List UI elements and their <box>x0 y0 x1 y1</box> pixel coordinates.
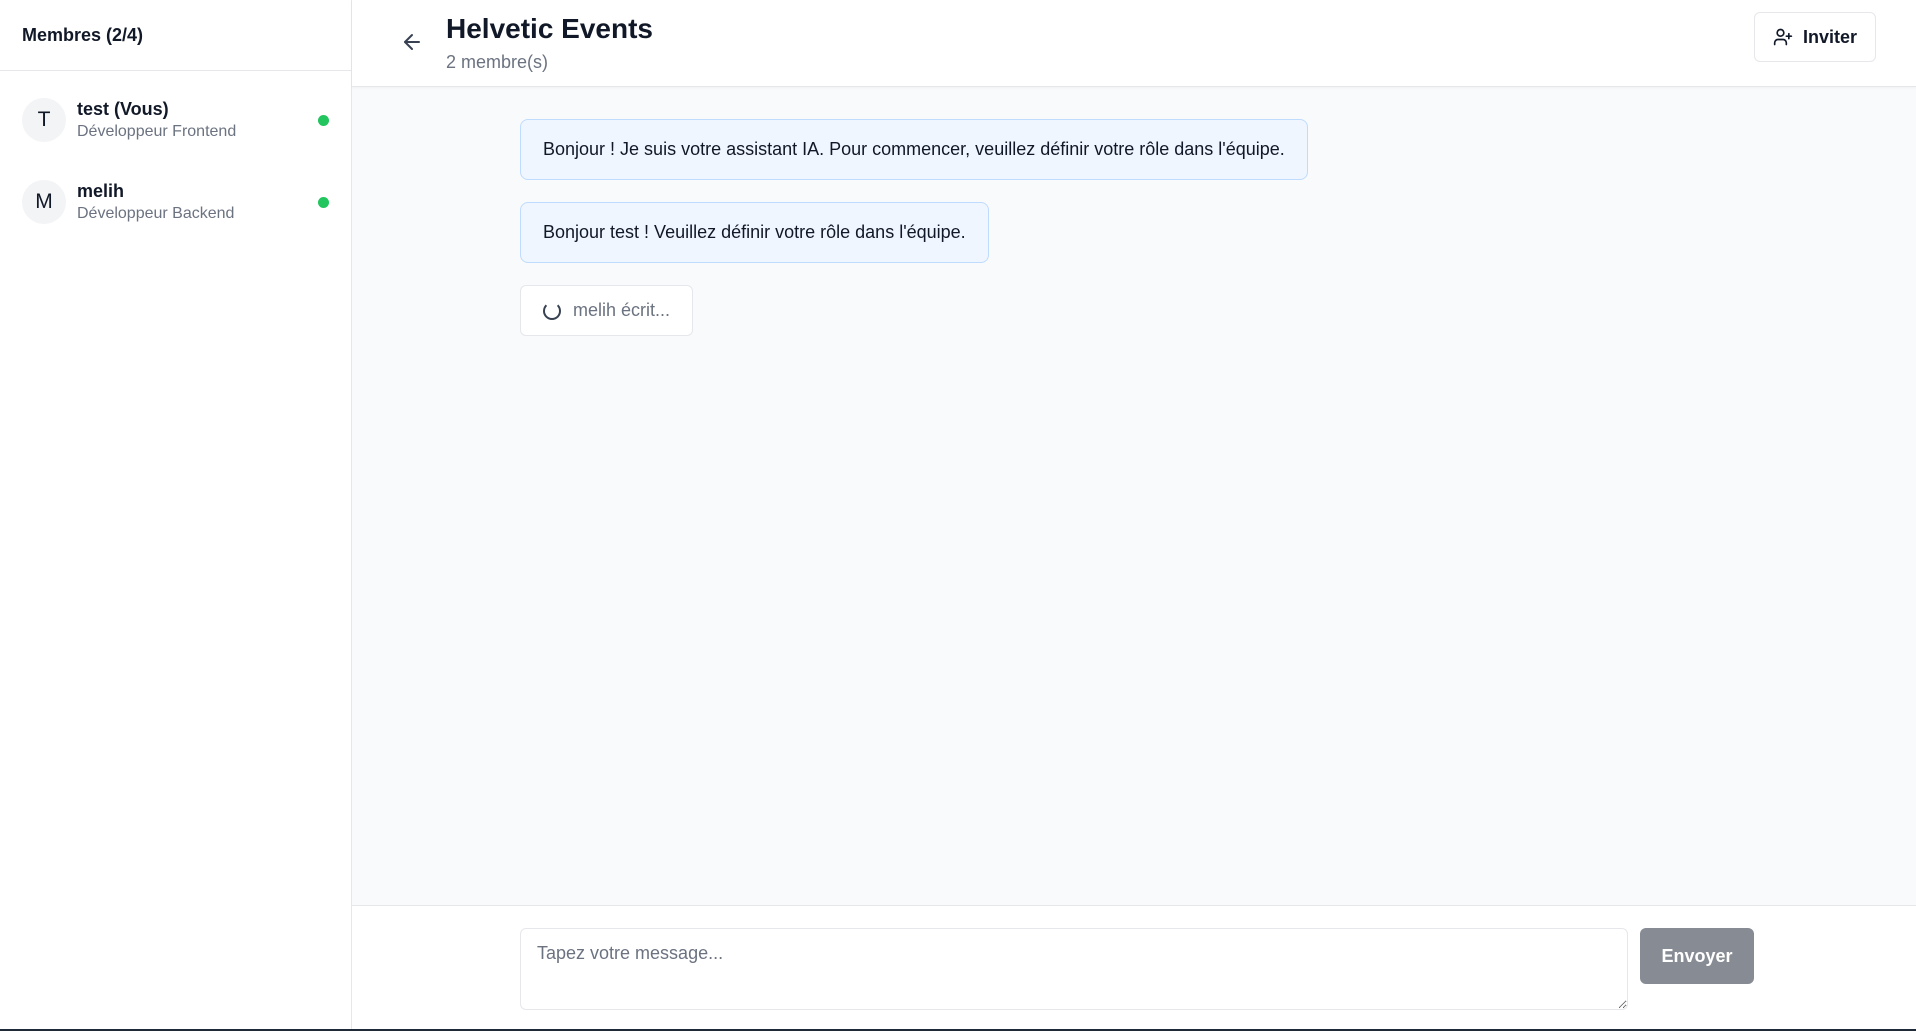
message-input[interactable] <box>520 928 1628 1010</box>
member-item-test[interactable]: T test (Vous) Développeur Frontend <box>0 79 351 161</box>
app-root: Membres (2/4) T test (Vous) Développeur … <box>0 0 1916 1031</box>
spinner-icon <box>543 301 561 320</box>
back-button[interactable] <box>396 26 428 58</box>
member-name: test (Vous) <box>77 99 169 119</box>
avatar: T <box>22 98 66 142</box>
message-bubble: Bonjour test ! Veuillez définir votre rô… <box>520 202 989 263</box>
member-info: test (Vous) Développeur Frontend <box>77 97 318 143</box>
user-plus-icon <box>1773 28 1793 46</box>
arrow-left-icon <box>404 34 420 50</box>
page-title: Helvetic Events <box>446 13 653 44</box>
member-name: melih <box>77 181 125 201</box>
invite-label: Inviter <box>1802 26 1857 47</box>
send-button[interactable]: Envoyer <box>1640 928 1754 984</box>
member-role: Développeur Frontend <box>77 123 237 140</box>
message-composer: Envoyer <box>352 905 1916 1031</box>
typing-text: melih écrit... <box>573 300 671 320</box>
member-role: Développeur Backend <box>77 205 235 222</box>
avatar: M <box>22 180 66 224</box>
member-info: melih Développeur Backend <box>77 179 318 225</box>
message-bubble: Bonjour ! Je suis votre assistant IA. Po… <box>520 119 1308 180</box>
member-count: 2 membre(s) <box>446 52 549 72</box>
chat-header: Helvetic Events 2 membre(s) Inviter <box>352 0 1916 87</box>
chat-main: Helvetic Events 2 membre(s) Inviter Bonj… <box>352 0 1916 1031</box>
member-item-melih[interactable]: M melih Développeur Backend <box>0 161 351 243</box>
members-sidebar: Membres (2/4) T test (Vous) Développeur … <box>0 0 352 1031</box>
message-list: Bonjour ! Je suis votre assistant IA. Po… <box>352 87 1916 905</box>
online-status-dot <box>318 196 329 208</box>
invite-button[interactable]: Inviter <box>1753 12 1876 62</box>
online-status-dot <box>318 114 329 126</box>
title-block: Helvetic Events 2 membre(s) <box>446 12 1754 74</box>
typing-indicator: melih écrit... <box>520 285 694 336</box>
members-title: Membres (2/4) <box>0 0 351 71</box>
member-list: T test (Vous) Développeur Frontend M mel… <box>0 71 351 243</box>
